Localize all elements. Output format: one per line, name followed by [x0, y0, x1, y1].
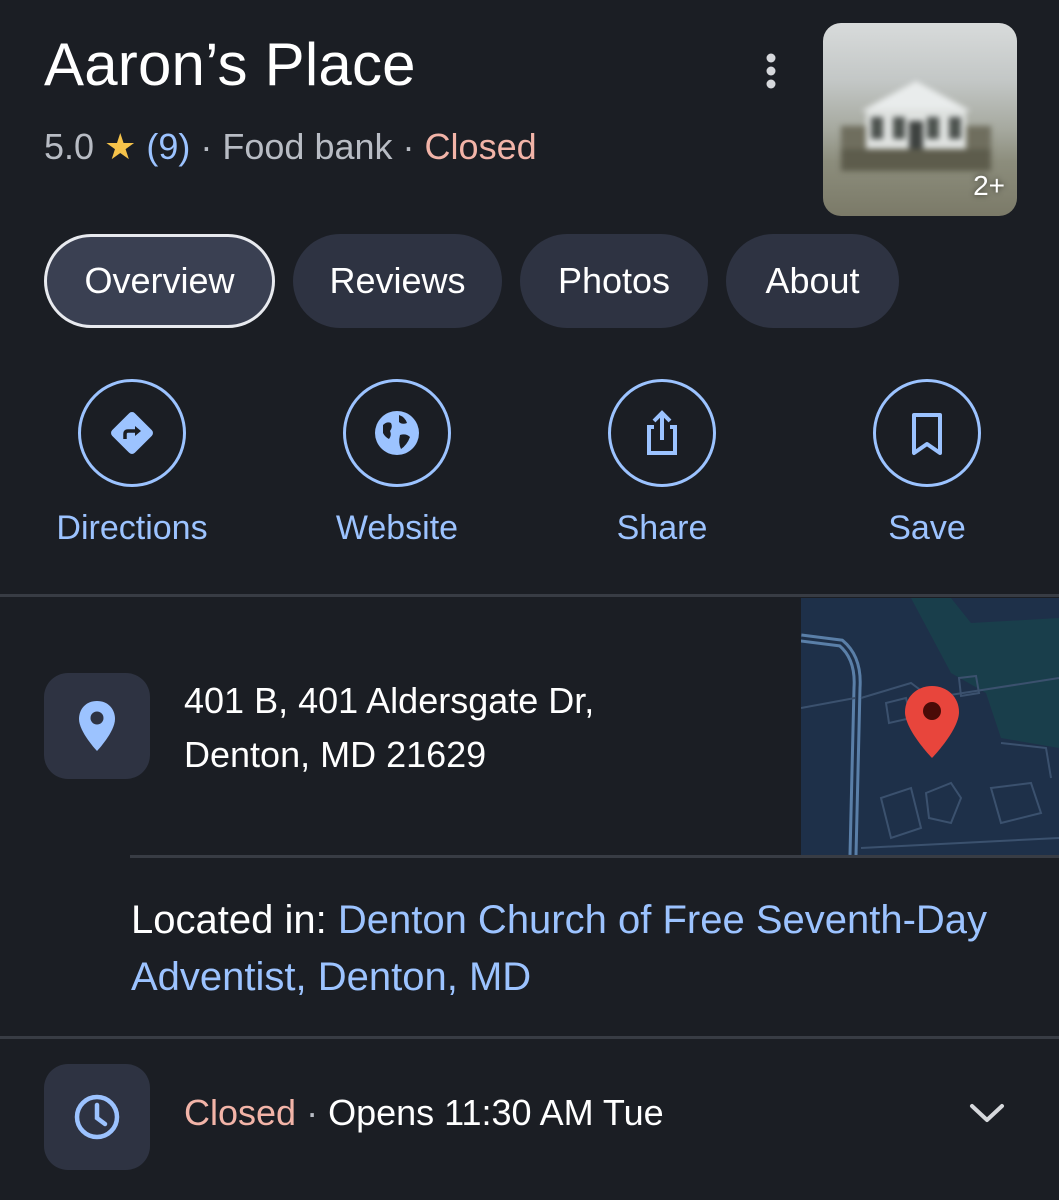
hours-icon-box: [44, 1064, 150, 1170]
address-divider: [130, 855, 1059, 858]
share-circle: [608, 379, 716, 487]
directions-label: Directions: [56, 509, 208, 547]
hours-status: Closed: [184, 1092, 297, 1133]
globe-icon: [375, 411, 419, 455]
mini-map[interactable]: [801, 598, 1059, 855]
share-button[interactable]: Share: [552, 379, 772, 548]
tab-photos[interactable]: Photos: [520, 234, 708, 328]
subtitle-separator: ·: [402, 126, 415, 167]
status-label: Closed: [424, 126, 537, 167]
save-button[interactable]: Save: [817, 379, 1037, 548]
website-button[interactable]: Website: [287, 379, 507, 548]
save-label: Save: [888, 509, 966, 547]
hours-opens: Opens 11:30 AM Tue: [328, 1092, 664, 1133]
tab-about[interactable]: About: [726, 234, 899, 328]
share-label: Share: [616, 509, 708, 547]
directions-icon: [111, 412, 153, 454]
hours-summary[interactable]: Closed · Opens 11:30 AM Tue: [184, 1092, 664, 1134]
share-icon: [647, 410, 677, 455]
address-icon-box: [44, 673, 150, 779]
tab-reviews[interactable]: Reviews: [293, 234, 502, 328]
building-photo: [841, 81, 991, 171]
address-line-1: 401 B, 401 Aldersgate Dr,: [184, 680, 595, 721]
address-line-2: Denton, MD 21629: [184, 734, 487, 775]
located-in-link[interactable]: Denton Church of Free Seventh-Day: [338, 898, 987, 942]
website-circle: [343, 379, 451, 487]
place-photo-thumbnail[interactable]: 2+: [823, 23, 1017, 216]
directions-circle: [78, 379, 186, 487]
review-count-link[interactable]: (9): [146, 126, 190, 167]
category-label: Food bank: [222, 126, 393, 167]
located-in-line-1: Located in: Denton Church of Free Sevent…: [131, 892, 987, 949]
rating-value: 5.0: [44, 126, 95, 167]
website-label: Website: [335, 509, 459, 547]
hours-separator: ·: [296, 1092, 329, 1133]
tab-overview[interactable]: Overview: [44, 234, 275, 328]
save-circle: [873, 379, 981, 487]
place-title: Aaron’s Place: [44, 31, 416, 98]
bookmark-icon: [912, 413, 942, 455]
place-subtitle: 5.0 ★ (9) · Food bank · Closed: [44, 126, 537, 168]
located-in-link-continued[interactable]: Adventist, Denton, MD: [131, 949, 987, 1006]
chevron-down-icon[interactable]: [966, 1098, 1008, 1128]
section-divider: [0, 1036, 1059, 1039]
more-photos-count: 2+: [973, 170, 1005, 201]
tab-bar: Overview Reviews Photos About: [44, 234, 899, 328]
map-pin-icon: [905, 686, 959, 758]
location-pin-icon: [79, 701, 115, 751]
located-in: Located in: Denton Church of Free Sevent…: [131, 892, 987, 1006]
star-icon: ★: [104, 126, 137, 167]
more-options-icon[interactable]: [756, 52, 786, 92]
subtitle-separator: ·: [200, 126, 213, 167]
directions-button[interactable]: Directions: [22, 379, 242, 548]
clock-icon: [74, 1094, 120, 1140]
located-in-prefix: Located in:: [131, 898, 338, 942]
section-divider: [0, 594, 1059, 597]
address-text[interactable]: 401 B, 401 Aldersgate Dr, Denton, MD 216…: [184, 674, 594, 782]
